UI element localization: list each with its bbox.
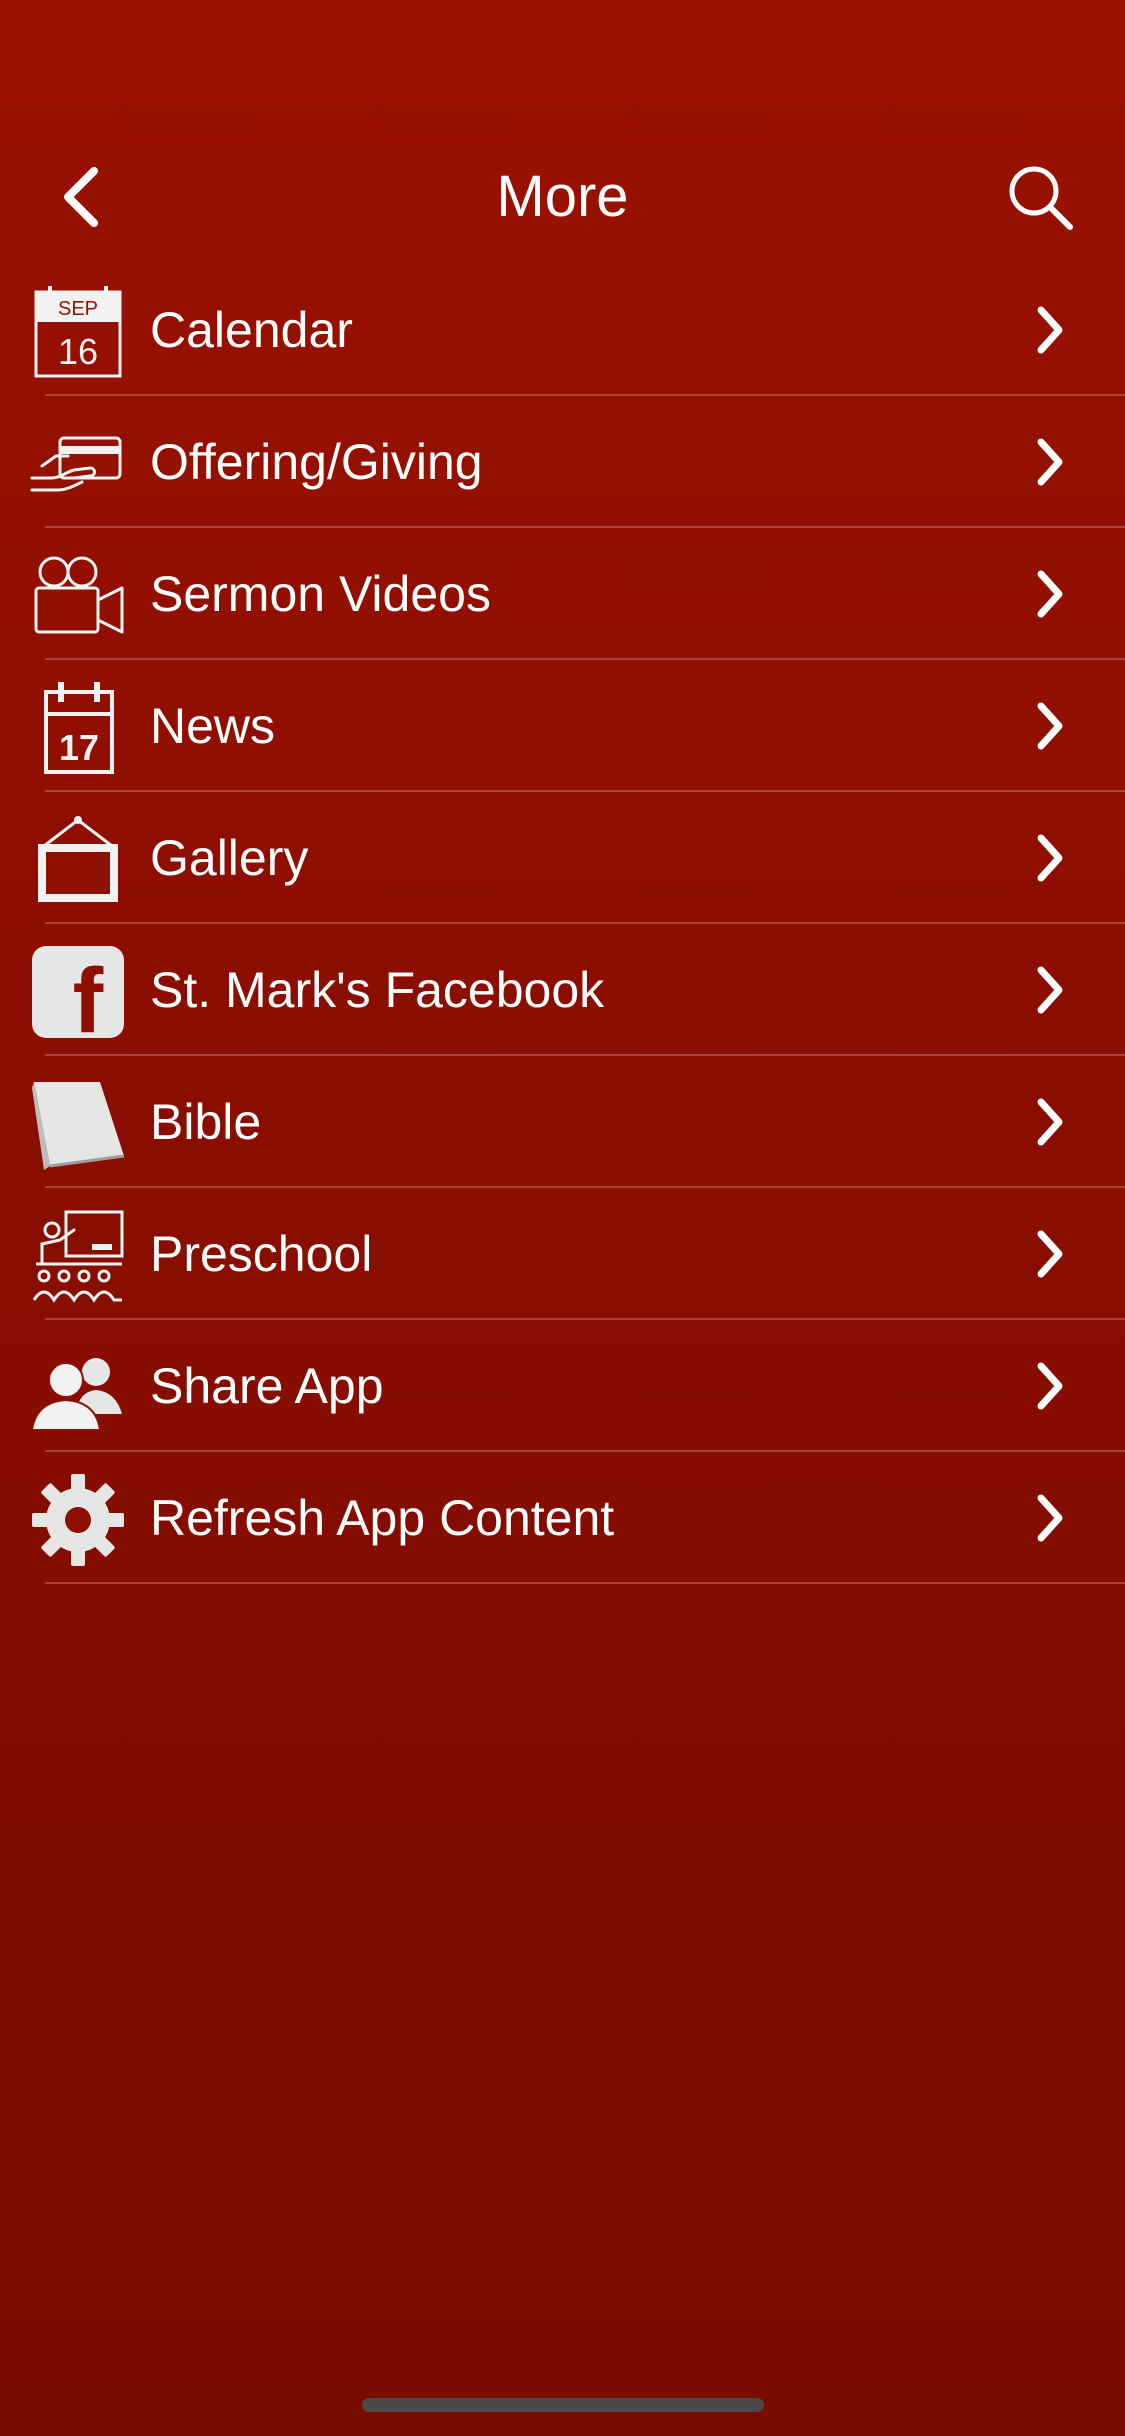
search-button[interactable] [995,152,1085,242]
svg-text:SEP: SEP [58,298,98,320]
menu-item-preschool[interactable]: Preschool [0,1188,1125,1320]
menu-item-label: Gallery [150,830,309,886]
svg-text:f: f [73,950,104,1040]
chevron-left-icon [64,167,98,227]
menu-item-label: St. Mark's Facebook [150,962,605,1018]
home-indicator[interactable] [362,2398,764,2412]
menu-item-label: Share App [150,1358,384,1414]
menu-item-bible[interactable]: Bible [0,1056,1125,1188]
calendar-17-icon: 17 [28,678,128,778]
facebook-icon: f [28,942,128,1042]
people-icon [28,1338,128,1438]
chevron-right-icon [1037,966,1063,1014]
menu-item-news[interactable]: 17 News [0,660,1125,792]
chevron-right-icon [1037,438,1063,486]
magnifier-icon [1009,166,1073,230]
menu-item-sermon-videos[interactable]: Sermon Videos [0,528,1125,660]
menu-item-calendar[interactable]: SEP 16 Calendar [0,264,1125,396]
back-button[interactable] [40,152,120,242]
menu-item-refresh-app-content[interactable]: Refresh App Content [0,1452,1125,1584]
hand-card-icon [28,414,128,514]
chevron-right-icon [1037,306,1063,354]
chevron-right-icon [1037,1362,1063,1410]
page-title: More [496,164,629,229]
menu-item-label: Calendar [150,302,353,358]
more-menu-list: SEP 16 Calendar Offering/Giving Sermon V… [0,264,1125,1584]
menu-item-label: Offering/Giving [150,434,483,490]
menu-item-label: News [150,698,276,754]
menu-item-share-app[interactable]: Share App [0,1320,1125,1452]
book-icon [28,1074,128,1174]
menu-item-offering-giving[interactable]: Offering/Giving [0,396,1125,528]
menu-item-label: Sermon Videos [150,566,491,622]
navigation-bar: More [0,132,1125,262]
menu-item-label: Bible [150,1094,262,1150]
chevron-right-icon [1037,702,1063,750]
svg-text:17: 17 [59,727,99,768]
chevron-right-icon [1037,1098,1063,1146]
chevron-right-icon [1037,1494,1063,1542]
gear-icon [28,1470,128,1570]
chevron-right-icon [1037,1230,1063,1278]
menu-item-label: Preschool [150,1226,373,1282]
chevron-right-icon [1037,834,1063,882]
video-camera-icon [28,546,128,646]
menu-item-facebook[interactable]: f St. Mark's Facebook [0,924,1125,1056]
more-screen: More SEP 16 Calendar Offering/Giving Ser… [0,0,1125,2436]
menu-item-gallery[interactable]: Gallery [0,792,1125,924]
classroom-icon [28,1206,128,1306]
svg-text:16: 16 [58,331,98,372]
picture-frame-icon [28,810,128,910]
chevron-right-icon [1037,570,1063,618]
menu-item-label: Refresh App Content [150,1490,615,1546]
calendar-sep-16-icon: SEP 16 [28,282,128,382]
